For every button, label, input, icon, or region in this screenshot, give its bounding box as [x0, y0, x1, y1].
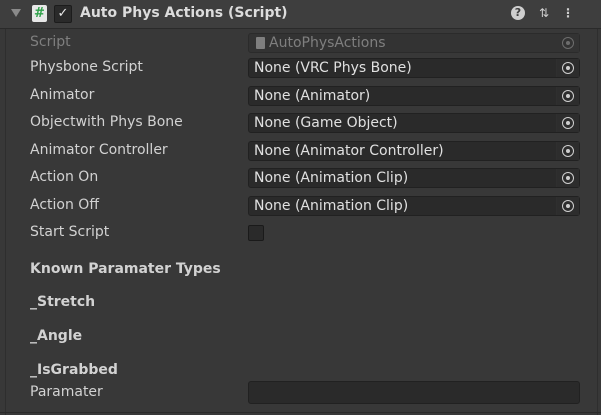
object-picker-dot	[566, 94, 570, 98]
is-grabbed-type-label: _IsGrabbed	[30, 362, 118, 378]
start-script-label: Start Script	[30, 224, 110, 240]
component-header[interactable]: # ✓ Auto Phys Actions (Script) ? ⇅ ⋮	[0, 0, 601, 29]
animator-field[interactable]: None (Animator)	[248, 86, 580, 106]
object-picker-dot	[566, 176, 570, 180]
physbone-script-label: Physbone Script	[30, 59, 143, 75]
script-picker	[557, 34, 579, 52]
object-picker-dot	[566, 121, 570, 125]
action-off-picker[interactable]	[556, 197, 579, 215]
animator-value: None (Animator)	[254, 88, 371, 104]
object-with-phys-bone-value: None (Game Object)	[254, 115, 398, 131]
action-off-field[interactable]: None (Animation Clip)	[248, 196, 580, 216]
action-off-label: Action Off	[30, 197, 99, 213]
action-off-value: None (Animation Clip)	[254, 198, 409, 214]
start-script-checkbox[interactable]	[248, 225, 264, 241]
presets-icon[interactable]: ⇅	[536, 5, 552, 21]
script-icon-glyph: #	[34, 6, 45, 21]
stretch-type-label: _Stretch	[30, 294, 96, 310]
script-label: Script	[30, 34, 71, 50]
physbone-script-field[interactable]: None (VRC Phys Bone)	[248, 58, 580, 78]
animator-controller-field[interactable]: None (Animator Controller)	[248, 141, 580, 161]
component-bottom-divider	[0, 412, 601, 413]
object-picker-dot	[566, 41, 570, 45]
animator-picker[interactable]	[556, 87, 579, 105]
foldout-arrow-icon[interactable]	[11, 9, 21, 17]
object-picker-dot	[566, 66, 570, 70]
object-with-phys-bone-label: Objectwith Phys Bone	[30, 114, 183, 130]
paramater-label: Paramater	[30, 384, 103, 400]
object-with-phys-bone-field[interactable]: None (Game Object)	[248, 113, 580, 133]
object-picker-dot	[566, 204, 570, 208]
object-picker-dot	[566, 149, 570, 153]
angle-type-label: _Angle	[30, 328, 83, 344]
animator-label: Animator	[30, 87, 95, 103]
action-on-label: Action On	[30, 169, 99, 185]
object-with-phys-bone-picker[interactable]	[556, 114, 579, 132]
animator-controller-label: Animator Controller	[30, 142, 168, 158]
action-on-value: None (Animation Clip)	[254, 170, 409, 186]
action-on-field[interactable]: None (Animation Clip)	[248, 168, 580, 188]
physbone-script-picker[interactable]	[556, 59, 579, 77]
help-icon[interactable]: ?	[511, 6, 525, 20]
checkmark-icon: ✓	[57, 6, 69, 21]
inspector-component: # ✓ Auto Phys Actions (Script) ? ⇅ ⋮ Scr…	[0, 0, 601, 415]
script-field: AutoPhysActions	[248, 33, 580, 53]
animator-controller-value: None (Animator Controller)	[254, 143, 444, 159]
context-menu-icon[interactable]: ⋮	[560, 5, 576, 21]
panel-right-border	[597, 29, 598, 415]
paramater-input[interactable]	[248, 381, 580, 404]
csharp-script-icon: #	[32, 5, 47, 22]
panel-left-border	[5, 29, 6, 415]
animator-controller-picker[interactable]	[556, 142, 579, 160]
script-field-value: AutoPhysActions	[269, 35, 386, 51]
component-enabled-checkbox[interactable]: ✓	[54, 5, 72, 23]
physbone-script-value: None (VRC Phys Bone)	[254, 60, 412, 76]
script-asset-icon	[256, 37, 265, 49]
component-title: Auto Phys Actions (Script)	[80, 5, 288, 21]
known-parameter-types-heading: Known Paramater Types	[30, 261, 221, 277]
action-on-picker[interactable]	[556, 169, 579, 187]
